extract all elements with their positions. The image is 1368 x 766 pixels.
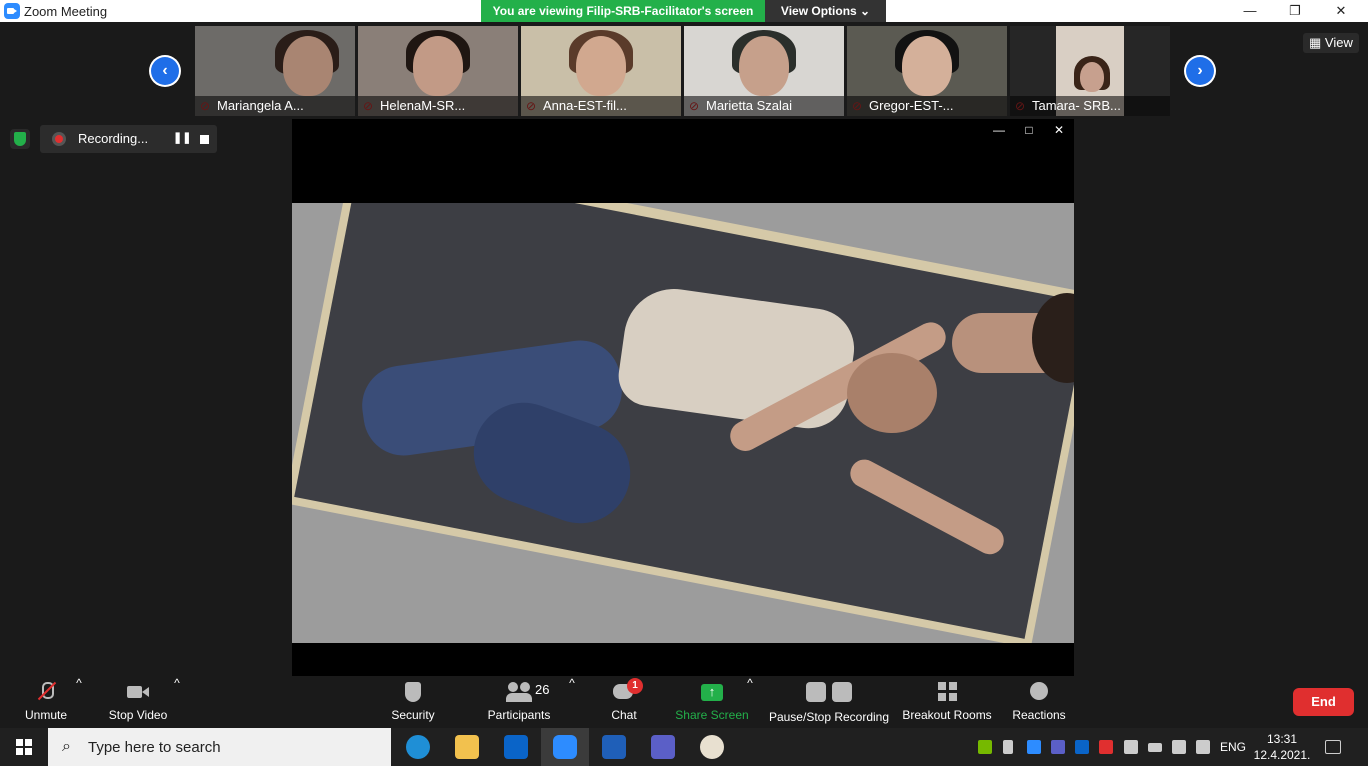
paint-icon[interactable] — [700, 735, 724, 759]
share-close-button[interactable]: ✕ — [1049, 123, 1069, 137]
outlook-icon[interactable] — [504, 735, 528, 759]
participant-tile[interactable]: ⊘ Mariangela A... — [195, 26, 355, 116]
windows-start-icon[interactable] — [16, 739, 32, 755]
participant-tile[interactable]: ⊘ Gregor-EST-... — [847, 26, 1007, 116]
chevron-right-icon: › — [1186, 57, 1214, 85]
recording-dot-icon — [52, 132, 66, 146]
stop-video-label: Stop Video — [108, 708, 168, 722]
reactions-button[interactable]: Reactions — [1008, 676, 1070, 728]
chevron-left-icon: ‹ — [151, 57, 179, 85]
search-placeholder: Type here to search — [88, 739, 221, 756]
close-button[interactable]: ✕ — [1318, 0, 1364, 22]
nvidia-tray-icon[interactable] — [978, 740, 992, 754]
pause-stop-recording-button[interactable]: Pause/Stop Recording — [766, 676, 892, 728]
zoom-icon[interactable] — [553, 735, 577, 759]
audio-options-caret[interactable]: ^ — [73, 676, 85, 728]
taskbar-clock[interactable]: 13:31 12.4.2021. — [1252, 731, 1312, 763]
network-icon[interactable] — [1172, 740, 1186, 754]
teams-icon[interactable] — [651, 735, 675, 759]
search-icon: ⌕ — [62, 738, 71, 755]
grid-icon: ▦ — [1309, 35, 1325, 50]
view-options-button[interactable]: View Options ⌄ — [765, 0, 886, 22]
stop-recording-button[interactable] — [200, 135, 209, 144]
chat-label: Chat — [611, 708, 637, 722]
language-indicator[interactable]: ENG — [1220, 728, 1246, 766]
share-options-caret[interactable]: ^ — [744, 676, 756, 728]
stop-video-button[interactable]: Stop Video — [104, 676, 172, 728]
minimize-button[interactable]: — — [1227, 0, 1273, 22]
battery-icon[interactable] — [1148, 743, 1162, 752]
microphone-tray-icon[interactable] — [1003, 740, 1013, 754]
participant-name: Anna-EST-fil... — [521, 96, 681, 116]
recording-indicator: Recording... ❚❚ — [40, 125, 217, 153]
shield-icon — [402, 682, 424, 702]
title-bar: Zoom Meeting You are viewing Filip-SRB-F… — [0, 0, 1368, 22]
participant-tile[interactable]: ⊘ Tamara- SRB... — [1010, 26, 1170, 116]
pause-stop-icon — [806, 682, 852, 702]
viewing-screen-banner: You are viewing Filip-SRB-Facilitator's … — [481, 0, 765, 22]
restore-button[interactable]: ❐ — [1272, 0, 1318, 22]
pause-stop-recording-label: Pause/Stop Recording — [768, 710, 890, 724]
share-screen-icon — [701, 682, 723, 702]
breakout-rooms-button[interactable]: Breakout Rooms — [900, 676, 994, 728]
gallery-prev-button[interactable]: ‹ — [149, 55, 181, 87]
taskbar-search-box[interactable]: ⌕ Type here to search — [48, 728, 391, 766]
pause-recording-button[interactable]: ❚❚ — [173, 131, 191, 147]
gallery-next-button[interactable]: › — [1184, 55, 1216, 87]
participant-name: HelenaM-SR... — [358, 96, 518, 116]
microphone-muted-icon — [35, 682, 57, 702]
participant-name: Marietta Szalai — [684, 96, 844, 116]
recording-label: Recording... — [78, 131, 149, 146]
windows-taskbar: ⌕ Type here to search ENG 13:31 12.4.202… — [0, 728, 1368, 766]
smiley-icon — [1028, 682, 1050, 702]
zoom-logo-icon — [4, 3, 20, 19]
zoom-tray-icon[interactable] — [1027, 740, 1041, 754]
outlook-tray-icon[interactable] — [1075, 740, 1089, 754]
breakout-rooms-icon — [936, 682, 958, 702]
reactions-label: Reactions — [1012, 708, 1066, 722]
security-tray-icon[interactable] — [1099, 740, 1113, 754]
device-tray-icon[interactable] — [1124, 740, 1138, 754]
clock-time: 13:31 — [1266, 732, 1298, 746]
participant-tile[interactable]: ⊘ Marietta Szalai — [684, 26, 844, 116]
participant-name: Gregor-EST-... — [847, 96, 1007, 116]
share-maximize-button[interactable]: □ — [1019, 123, 1039, 137]
participant-name: Mariangela A... — [195, 96, 355, 116]
participants-icon — [506, 682, 532, 702]
participant-gallery: ‹ ⊘ Mariangela A... ⊘ HelenaM-SR... ⊘ An… — [0, 22, 1368, 118]
unmute-button[interactable]: Unmute — [14, 676, 78, 728]
video-camera-icon — [127, 682, 149, 702]
participant-name: Tamara- SRB... — [1010, 96, 1170, 116]
end-meeting-button[interactable]: End — [1293, 688, 1354, 716]
video-options-caret[interactable]: ^ — [171, 676, 183, 728]
share-screen-label: Share Screen — [675, 708, 749, 722]
unmute-label: Unmute — [24, 708, 68, 722]
participant-tile[interactable]: ⊘ Anna-EST-fil... — [521, 26, 681, 116]
participants-count: 26 — [535, 682, 550, 697]
encryption-shield-icon[interactable] — [10, 129, 30, 149]
teams-tray-icon[interactable] — [1051, 740, 1065, 754]
view-layout-button[interactable]: ▦ View — [1303, 33, 1359, 53]
meeting-toolbar: Unmute ^ Stop Video ^ Security Participa… — [0, 676, 1368, 728]
clock-date: 12.4.2021. — [1253, 748, 1311, 762]
share-minimize-button[interactable]: — — [989, 123, 1009, 137]
volume-icon[interactable] — [1196, 740, 1210, 754]
shared-screen: — □ ✕ — [292, 119, 1074, 676]
window-title: Zoom Meeting — [24, 4, 108, 19]
word-icon[interactable] — [602, 735, 626, 759]
edge-icon[interactable] — [406, 735, 430, 759]
breakout-rooms-label: Breakout Rooms — [902, 708, 992, 722]
chat-unread-badge: 1 — [627, 678, 643, 694]
share-screen-button[interactable]: Share Screen — [672, 676, 752, 728]
shared-video-image — [292, 203, 1074, 643]
participant-tile[interactable]: ⊘ HelenaM-SR... — [358, 26, 518, 116]
security-label: Security — [391, 708, 435, 722]
notifications-icon[interactable] — [1325, 740, 1341, 754]
file-explorer-icon[interactable] — [455, 735, 479, 759]
participants-label: Participants — [487, 708, 551, 722]
view-label: View — [1324, 35, 1353, 50]
security-button[interactable]: Security — [384, 676, 442, 728]
participants-options-caret[interactable]: ^ — [566, 676, 578, 728]
